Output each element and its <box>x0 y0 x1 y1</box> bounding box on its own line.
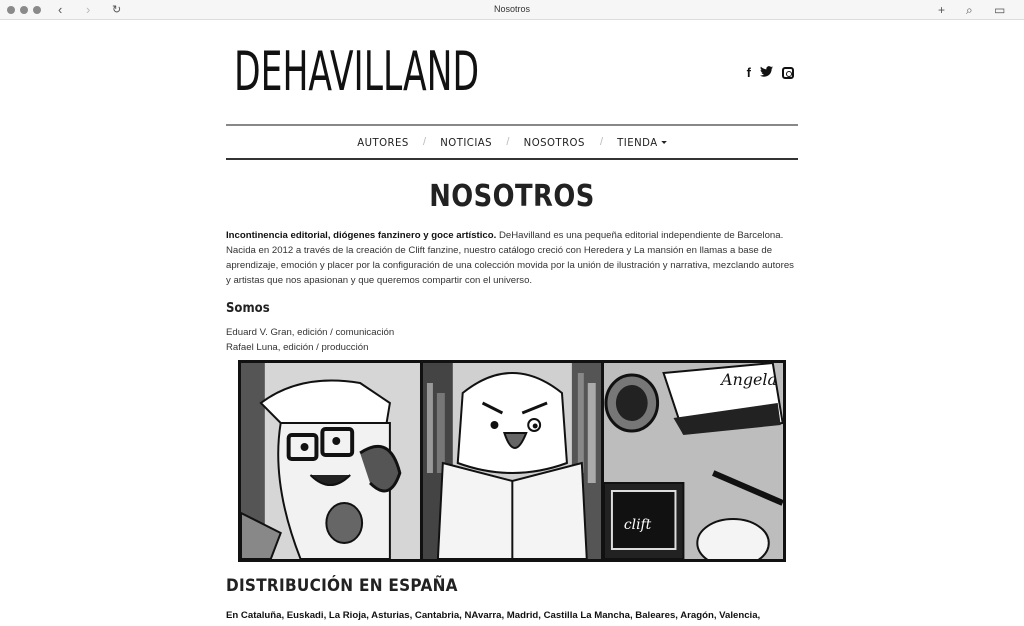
nav-item-tienda[interactable]: TIENDA <box>617 136 667 149</box>
sidebar-icon[interactable]: ▭ <box>994 2 1005 18</box>
nav-item-tienda-label: TIENDA <box>617 135 658 149</box>
nav-separator: / <box>506 136 510 148</box>
comic-panel-desk: Angela clift <box>604 363 784 559</box>
intro-bold-text: Incontinencia editorial, diógenes fanzin… <box>226 230 497 241</box>
page-title: NOSOTROS <box>429 179 595 214</box>
distribution-text: En Cataluña, Euskadi, La Rioja, Asturias… <box>226 610 761 626</box>
site-logo[interactable]: DEHAVILLAND <box>234 42 479 102</box>
facebook-icon[interactable]: f <box>747 66 751 80</box>
new-tab-icon[interactable]: + <box>938 2 945 18</box>
nav-item-nosotros[interactable]: NOSOTROS <box>524 136 585 149</box>
comic-panel-reading <box>422 363 602 559</box>
comic-panel-phone <box>241 363 420 559</box>
nav-item-noticias[interactable]: NOTICIAS <box>440 136 492 149</box>
comic-book-title: Angela <box>719 370 777 389</box>
search-icon[interactable]: ⌕ <box>966 2 973 18</box>
page-tab-title: Nosotros <box>493 4 530 14</box>
social-links: f <box>747 66 794 80</box>
chevron-down-icon <box>661 141 667 144</box>
team-list: Eduard V. Gran, edición / comunicación R… <box>226 325 394 355</box>
team-member: Eduard V. Gran, edición / comunicación <box>226 327 395 338</box>
nav-separator: / <box>423 136 427 148</box>
comic-illustration: Angela clift <box>238 360 786 562</box>
intro-paragraph: Incontinencia editorial, diógenes fanzin… <box>226 228 798 288</box>
somos-heading: Somos <box>226 301 270 316</box>
twitter-icon[interactable] <box>760 66 773 80</box>
nav-item-autores[interactable]: AUTORES <box>357 136 409 149</box>
comic-magazine-title: clift <box>624 517 652 533</box>
browser-toolbar: ‹ › ↻ Nosotros + ⌕ ▭ <box>0 0 1024 20</box>
main-navigation: AUTORES / NOTICIAS / NOSOTROS / TIENDA <box>226 124 798 160</box>
instagram-icon[interactable] <box>782 67 794 79</box>
nav-separator: / <box>599 136 604 148</box>
team-member: Rafael Luna, edición / producción <box>226 342 369 353</box>
distribution-heading: DISTRIBUCIÓN EN ESPAÑA <box>226 576 458 596</box>
